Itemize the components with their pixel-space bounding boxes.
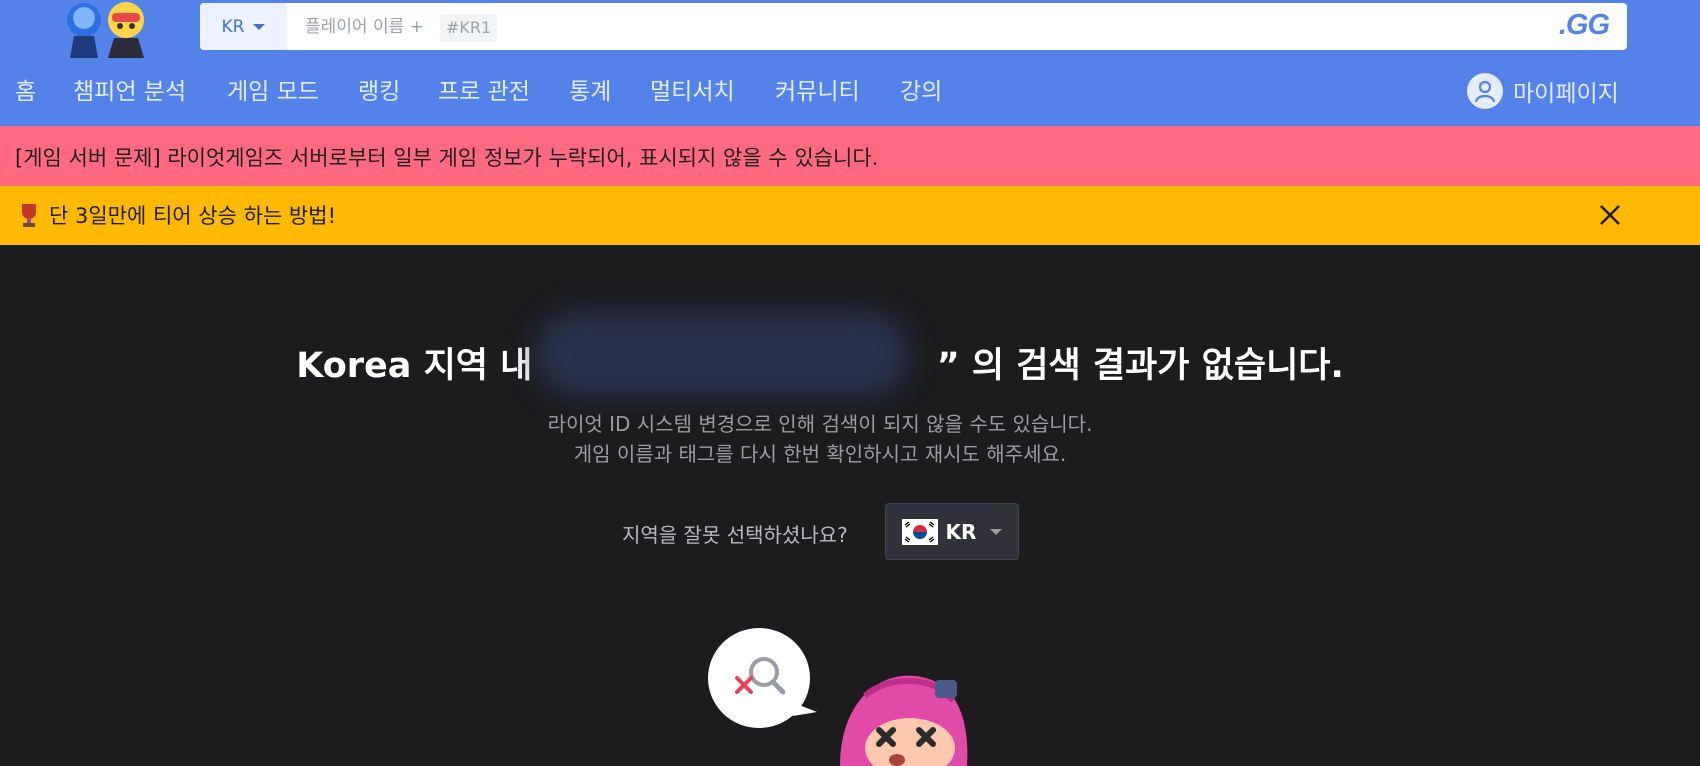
nav-stats[interactable]: 통계	[569, 72, 611, 106]
search-bar: KR #KR1 .GG	[200, 3, 1627, 50]
promo-banner[interactable]: 단 3일만에 티어 상승 하는 방법!	[0, 186, 1700, 245]
chevron-down-icon	[253, 23, 266, 30]
region-select[interactable]: KR	[885, 503, 1019, 560]
region-question: 지역을 잘못 선택하셨나요?	[622, 523, 848, 547]
nav-champion-analysis[interactable]: 챔피언 분석	[73, 72, 186, 106]
site-logo[interactable]	[60, 0, 165, 60]
nav-ranking[interactable]: 랭킹	[358, 72, 400, 106]
title-suffix: ” 의 검색 결과가 없습니다.	[936, 346, 1344, 386]
nav-pro-spectate[interactable]: 프로 관전	[438, 72, 530, 106]
search-failed-icon	[708, 628, 817, 728]
title-prefix: Korea 지역 내	[296, 346, 533, 386]
user-icon	[1467, 73, 1503, 109]
promo-text: 단 3일만에 티어 상승 하는 방법!	[49, 204, 336, 228]
mypage-label: 마이페이지	[1513, 81, 1619, 107]
server-notice-banner: [게임 서버 문제] 라이엇게임즈 서버로부터 일부 게임 정보가 누락되어, …	[0, 126, 1700, 186]
korea-flag-icon	[901, 518, 938, 545]
region-label: KR	[221, 16, 245, 37]
retry-notice: 게임 이름과 태그를 다시 한번 확인하시고 재시도 해주세요.	[573, 442, 1067, 466]
region-dropdown[interactable]: KR	[200, 3, 287, 50]
trophy-icon	[22, 204, 36, 227]
server-notice-text: [게임 서버 문제] 라이엇게임즈 서버로부터 일부 게임 정보가 누락되어, …	[15, 146, 879, 170]
top-header: KR #KR1 .GG 홈 챔피언 분석 게임 모드 랭킹 프로 관전 통계 멀…	[0, 0, 1700, 126]
redacted-blur	[536, 312, 908, 396]
nav-game-mode[interactable]: 게임 모드	[227, 72, 319, 106]
nav-multisearch[interactable]: 멀티서치	[650, 72, 735, 106]
nav-community[interactable]: 커뮤니티	[775, 72, 860, 106]
close-icon[interactable]	[1595, 200, 1625, 230]
nav-home[interactable]: 홈	[15, 72, 36, 106]
chevron-down-icon	[990, 528, 1003, 535]
tag-hint: #KR1	[440, 14, 498, 42]
nav-lecture[interactable]: 강의	[900, 72, 942, 106]
search-submit-button[interactable]: .GG	[1559, 9, 1610, 42]
mascot-illustration	[840, 675, 968, 766]
mypage-link[interactable]: 마이페이지	[1467, 73, 1619, 109]
riot-id-notice: 라이엇 ID 시스템 변경으로 인해 검색이 되지 않을 수도 있습니다.	[547, 412, 1093, 436]
region-select-label: KR	[945, 519, 977, 544]
